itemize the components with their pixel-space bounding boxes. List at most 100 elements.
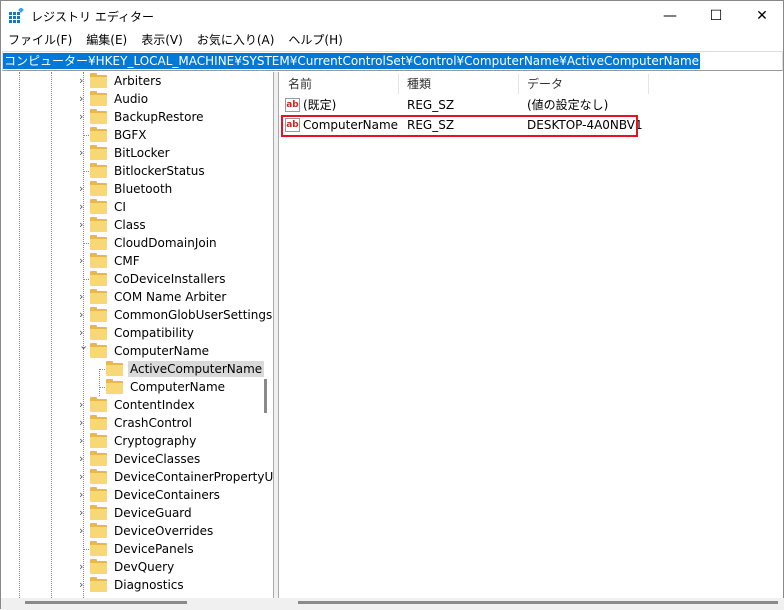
chevron-right-icon[interactable]: ›	[79, 560, 87, 573]
chevron-right-icon[interactable]: ›	[79, 326, 87, 339]
tree-item[interactable]: BitlockerStatus	[83, 162, 207, 180]
tree-item[interactable]: › Class	[79, 216, 148, 234]
tree-item-label: DevicePanels	[114, 542, 194, 556]
tree-item[interactable]: › DeviceContainers	[79, 486, 222, 504]
minimize-button[interactable]: —	[647, 1, 693, 31]
tree-item[interactable]: › DeviceOverrides	[79, 522, 215, 540]
chevron-right-icon[interactable]: ›	[79, 254, 87, 267]
chevron-right-icon[interactable]: ›	[79, 434, 87, 447]
tree-item-label: Arbiters	[114, 74, 162, 88]
tree-item-label: DeviceOverrides	[114, 524, 214, 538]
chevron-right-icon[interactable]: ›	[79, 110, 87, 123]
value-data: (値の設定なし)	[527, 98, 609, 112]
tree-item[interactable]: › DeviceClasses	[79, 450, 202, 468]
folder-icon	[90, 108, 107, 124]
chevron-right-icon[interactable]: ›	[79, 524, 87, 537]
tree-item[interactable]: › DeviceContainerPropertyUp	[79, 468, 273, 486]
tree-item[interactable]: BGFX	[83, 126, 148, 144]
value-list[interactable]: 名前 種類 データ ab (既定) REG_SZ (値の設定なし) ab Com…	[280, 72, 784, 598]
folder-icon	[90, 234, 107, 250]
value-row[interactable]: ab (既定) REG_SZ (値の設定なし)	[280, 95, 784, 115]
chevron-right-icon[interactable]: ›	[79, 488, 87, 501]
tree-guide-line	[19, 72, 20, 598]
key-tree[interactable]: › Arbiters › Audio › BackupRestore BGFX › BitLoc…	[2, 72, 273, 598]
address-path[interactable]: コンピューター¥HKEY_LOCAL_MACHINE¥SYSTEM¥Curren…	[3, 53, 701, 69]
menu-edit[interactable]: 編集(E)	[79, 31, 134, 49]
chevron-right-icon[interactable]: ›	[79, 290, 87, 303]
menu-help[interactable]: ヘルプ(H)	[281, 31, 349, 49]
column-header-name[interactable]: 名前	[280, 74, 399, 94]
folder-icon	[90, 252, 107, 268]
folder-icon	[90, 450, 107, 466]
tree-item[interactable]: › BackupRestore	[79, 108, 206, 126]
chevron-right-icon[interactable]: ›	[79, 416, 87, 429]
chevron-right-icon[interactable]: ›	[79, 506, 87, 519]
pane-splitter[interactable]	[273, 72, 279, 610]
tree-vertical-scrollbar[interactable]	[264, 379, 267, 413]
address-bar[interactable]: コンピューター¥HKEY_LOCAL_MACHINE¥SYSTEM¥Curren…	[2, 51, 783, 71]
tree-item[interactable]: CloudDomainJoin	[83, 234, 219, 252]
chevron-right-icon[interactable]: ›	[79, 218, 87, 231]
chevron-right-icon[interactable]: ›	[79, 470, 87, 483]
folder-icon	[106, 378, 123, 394]
folder-icon	[90, 486, 107, 502]
chevron-right-icon[interactable]: ›	[79, 74, 87, 87]
chevron-right-icon[interactable]: ›	[79, 200, 87, 213]
maximize-button[interactable]: ☐	[693, 1, 739, 31]
folder-icon	[90, 540, 107, 556]
menu-view[interactable]: 表示(V)	[134, 31, 190, 49]
tree-item[interactable]: DevicePanels	[83, 540, 196, 558]
tree-item-label: CommonGlobUserSettings	[114, 308, 273, 322]
tree-item[interactable]: › COM Name Arbiter	[79, 288, 228, 306]
tree-item-label: COM Name Arbiter	[114, 290, 227, 304]
folder-icon	[90, 558, 107, 574]
tree-item[interactable]: › Audio	[79, 90, 150, 108]
tree-item-label: BitLocker	[114, 146, 170, 160]
tree-item[interactable]: › CI	[79, 198, 128, 216]
chevron-right-icon[interactable]: ›	[79, 92, 87, 105]
tree-item-label: CMF	[114, 254, 140, 268]
folder-icon	[90, 198, 107, 214]
horizontal-scrollbar-track	[1, 598, 784, 610]
tree-item[interactable]: ActiveComputerName	[99, 360, 265, 378]
folder-icon	[90, 162, 107, 178]
menu-favorites[interactable]: お気に入り(A)	[190, 31, 282, 49]
folder-icon	[90, 90, 107, 106]
column-header-data[interactable]: データ	[519, 74, 649, 94]
close-button[interactable]: ✕	[739, 1, 784, 31]
tree-item[interactable]: ⌄ ComputerName	[79, 339, 211, 360]
tree-item[interactable]: ComputerName	[99, 378, 227, 396]
chevron-right-icon[interactable]: ›	[79, 452, 87, 465]
tree-item[interactable]: › DeviceGuard	[79, 504, 194, 522]
tree-item[interactable]: › CrashControl	[79, 414, 194, 432]
chevron-right-icon[interactable]: ›	[79, 398, 87, 411]
tree-horizontal-scrollbar[interactable]	[25, 601, 187, 604]
tree-item[interactable]: › BitLocker	[79, 144, 172, 162]
tree-item[interactable]: › DevQuery	[79, 558, 176, 576]
tree-item[interactable]: CoDeviceInstallers	[83, 270, 227, 288]
value-type: REG_SZ	[407, 98, 455, 112]
tree-item-label: ComputerName	[130, 380, 226, 394]
chevron-right-icon[interactable]: ›	[79, 146, 87, 159]
chevron-down-icon[interactable]: ⌄	[79, 339, 88, 352]
tree-item[interactable]: › Compatibility	[79, 324, 196, 342]
menu-bar: ファイル(F) 編集(E) 表示(V) お気に入り(A) ヘルプ(H)	[1, 31, 350, 49]
tree-item[interactable]: › Diagnostics	[79, 576, 186, 594]
column-header-type[interactable]: 種類	[399, 74, 519, 94]
tree-item[interactable]: › CommonGlobUserSettings	[79, 306, 273, 324]
tree-item[interactable]: › Arbiters	[79, 72, 163, 90]
chevron-right-icon[interactable]: ›	[79, 578, 87, 591]
folder-icon	[90, 144, 107, 160]
tree-item[interactable]: › Bluetooth	[79, 180, 174, 198]
tree-item[interactable]: › Cryptography	[79, 432, 198, 450]
list-horizontal-scrollbar[interactable]	[298, 601, 778, 604]
tree-item-label: BGFX	[114, 128, 147, 142]
menu-file[interactable]: ファイル(F)	[1, 31, 79, 49]
tree-item[interactable]: › CMF	[79, 252, 142, 270]
window-title: レジストリ エディター	[31, 10, 154, 24]
tree-item[interactable]: › ContentIndex	[79, 396, 197, 414]
chevron-right-icon[interactable]: ›	[79, 308, 87, 321]
folder-icon	[90, 342, 107, 358]
chevron-right-icon[interactable]: ›	[79, 182, 87, 195]
folder-icon	[90, 324, 107, 340]
